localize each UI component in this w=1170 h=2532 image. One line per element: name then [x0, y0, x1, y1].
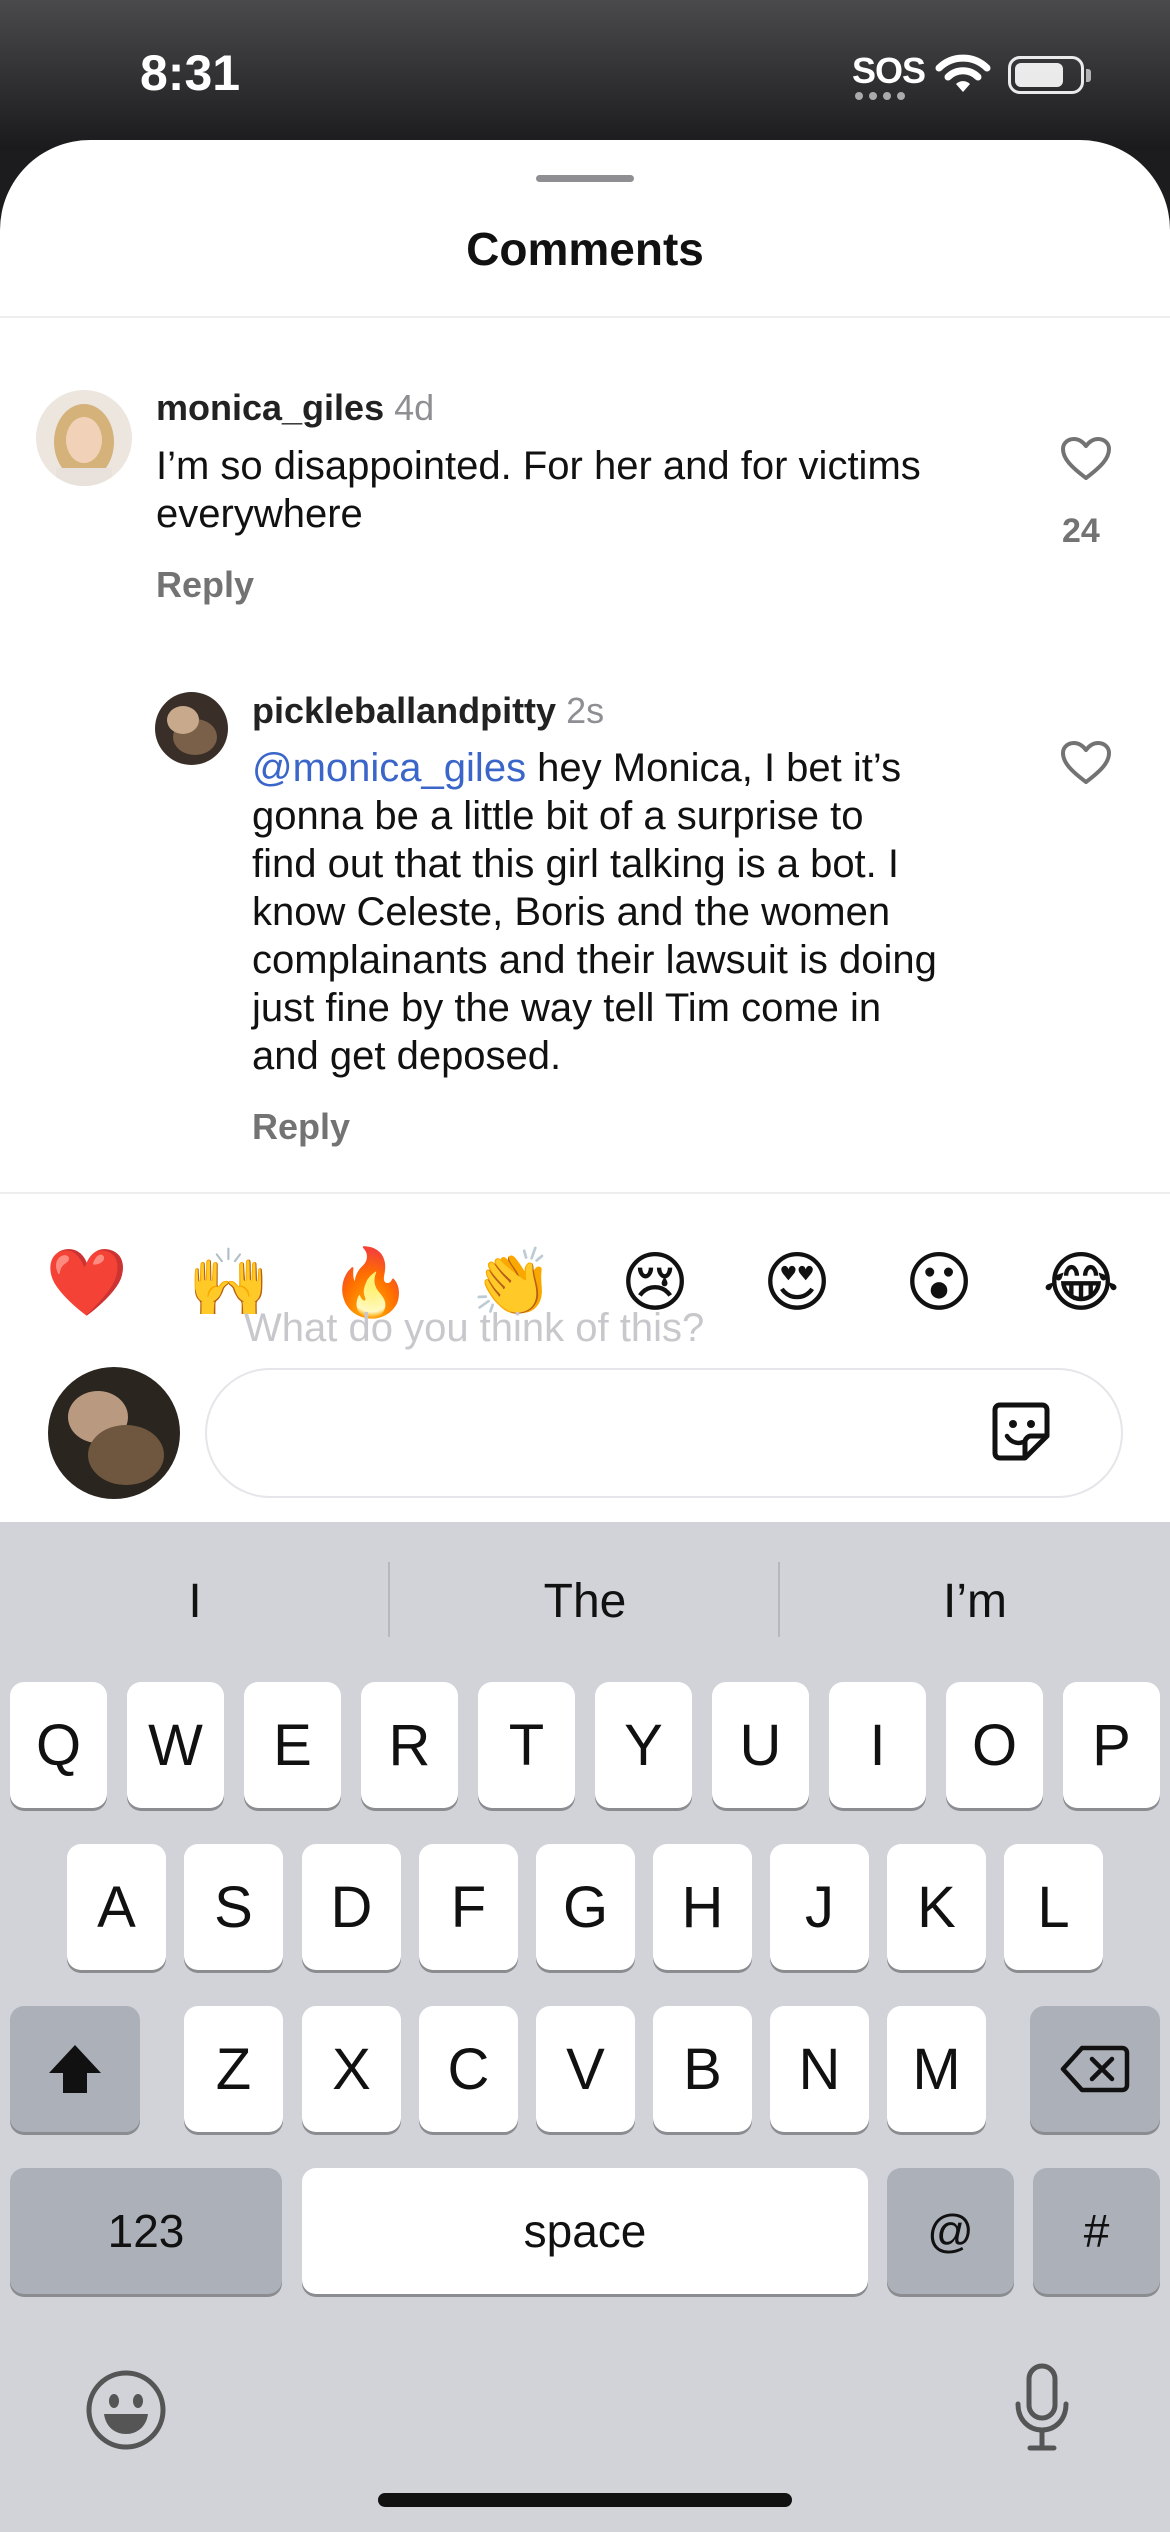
reply-meta: pickleballandpitty 2s [252, 690, 604, 732]
key-f[interactable]: F [419, 1844, 518, 1970]
key-q[interactable]: Q [10, 1682, 107, 1808]
header-divider [0, 316, 1170, 318]
reaction-laugh[interactable]: 😂 [1036, 1238, 1126, 1328]
key-d[interactable]: D [302, 1844, 401, 1970]
avatar[interactable] [36, 390, 132, 486]
key-t[interactable]: T [478, 1682, 575, 1808]
key-h[interactable]: H [653, 1844, 752, 1970]
page-title: Comments [466, 223, 704, 275]
reply-line: gonna be a little bit of a surprise to [252, 794, 864, 838]
key-z[interactable]: Z [184, 2006, 283, 2132]
like-count: 24 [1062, 512, 1100, 550]
wifi-icon [935, 54, 991, 92]
key-y[interactable]: Y [595, 1682, 692, 1808]
comment-line: everywhere [156, 492, 363, 536]
reply-line-text: hey Monica, I bet it’s [526, 746, 902, 790]
reply-time: 2s [566, 690, 605, 731]
reaction-heart[interactable]: ❤️ [42, 1238, 132, 1328]
key-u[interactable]: U [712, 1682, 809, 1808]
key-l[interactable]: L [1004, 1844, 1103, 1970]
comment-line: I’m so disappointed. For her and for vic… [156, 444, 921, 488]
suggestion-2[interactable]: The [390, 1574, 780, 1629]
microphone-icon[interactable] [1012, 2362, 1072, 2454]
key-s[interactable]: S [184, 1844, 283, 1970]
key-c[interactable]: C [419, 2006, 518, 2132]
composer-placeholder: What do you think of this? [244, 1306, 705, 1350]
reply-text: @monica_giles hey Monica, I bet it’s gon… [252, 744, 937, 1080]
comment-time: 4d [394, 387, 435, 428]
heart-icon[interactable] [1060, 436, 1112, 482]
backspace-key[interactable] [1030, 2006, 1160, 2132]
battery-icon [1008, 56, 1091, 94]
reply-line: know Celeste, Boris and the women [252, 890, 891, 934]
heart-icon[interactable] [1060, 740, 1112, 786]
reply-button[interactable]: Reply [252, 1106, 350, 1148]
avatar[interactable] [155, 692, 228, 765]
key-e[interactable]: E [244, 1682, 341, 1808]
sticker-icon[interactable] [985, 1396, 1057, 1468]
suggestion-3[interactable]: I’m [780, 1574, 1170, 1629]
mention-link[interactable]: @monica_giles [252, 746, 526, 790]
key-v[interactable]: V [536, 2006, 635, 2132]
composer-divider [0, 1192, 1170, 1194]
reply-line: complainants and their lawsuit is doing [252, 938, 937, 982]
comment-username[interactable]: monica_giles [156, 387, 384, 428]
space-key[interactable]: space [302, 2168, 868, 2294]
reply-button[interactable]: Reply [156, 564, 254, 606]
reply-username[interactable]: pickleballandpitty [252, 690, 556, 731]
comment-text: I’m so disappointed. For her and for vic… [156, 442, 921, 538]
shift-icon [49, 2045, 101, 2093]
suggestion-1[interactable]: I [0, 1574, 390, 1629]
at-key[interactable]: @ [887, 2168, 1014, 2294]
key-o[interactable]: O [946, 1682, 1043, 1808]
signal-dots [855, 92, 905, 100]
avatar [48, 1367, 180, 1499]
reply-line: just fine by the way tell Tim come in [252, 986, 882, 1030]
key-g[interactable]: G [536, 1844, 635, 1970]
emoji-icon[interactable] [84, 2368, 168, 2452]
reaction-surprised[interactable]: 😮 [894, 1238, 984, 1328]
home-indicator [378, 2493, 792, 2507]
status-time: 8:31 [140, 45, 241, 101]
backspace-icon [1060, 2045, 1130, 2093]
key-b[interactable]: B [653, 2006, 752, 2132]
status-bar: 8:31 SOS [0, 0, 1170, 150]
key-m[interactable]: M [887, 2006, 986, 2132]
key-n[interactable]: N [770, 2006, 869, 2132]
key-a[interactable]: A [67, 1844, 166, 1970]
key-w[interactable]: W [127, 1682, 224, 1808]
numbers-key[interactable]: 123 [10, 2168, 282, 2294]
comment-meta: monica_giles 4d [156, 387, 434, 429]
key-i[interactable]: I [829, 1682, 926, 1808]
reply-line: find out that this girl talking is a bot… [252, 842, 900, 886]
key-j[interactable]: J [770, 1844, 869, 1970]
reaction-heart-eyes[interactable]: 😍 [752, 1238, 842, 1328]
key-r[interactable]: R [361, 1682, 458, 1808]
keyboard: I The I’m Q W E R T Y U I O P A S D F G … [0, 1522, 1170, 2532]
sheet-grabber[interactable] [536, 175, 634, 182]
hash-key[interactable]: # [1033, 2168, 1160, 2294]
shift-key[interactable] [10, 2006, 140, 2132]
sos-indicator: SOS [852, 50, 926, 91]
reply-line: @monica_giles hey Monica, I bet it’s [252, 744, 937, 792]
key-p[interactable]: P [1063, 1682, 1160, 1808]
key-x[interactable]: X [302, 2006, 401, 2132]
reply-line: and get deposed. [252, 1034, 562, 1078]
key-k[interactable]: K [887, 1844, 986, 1970]
